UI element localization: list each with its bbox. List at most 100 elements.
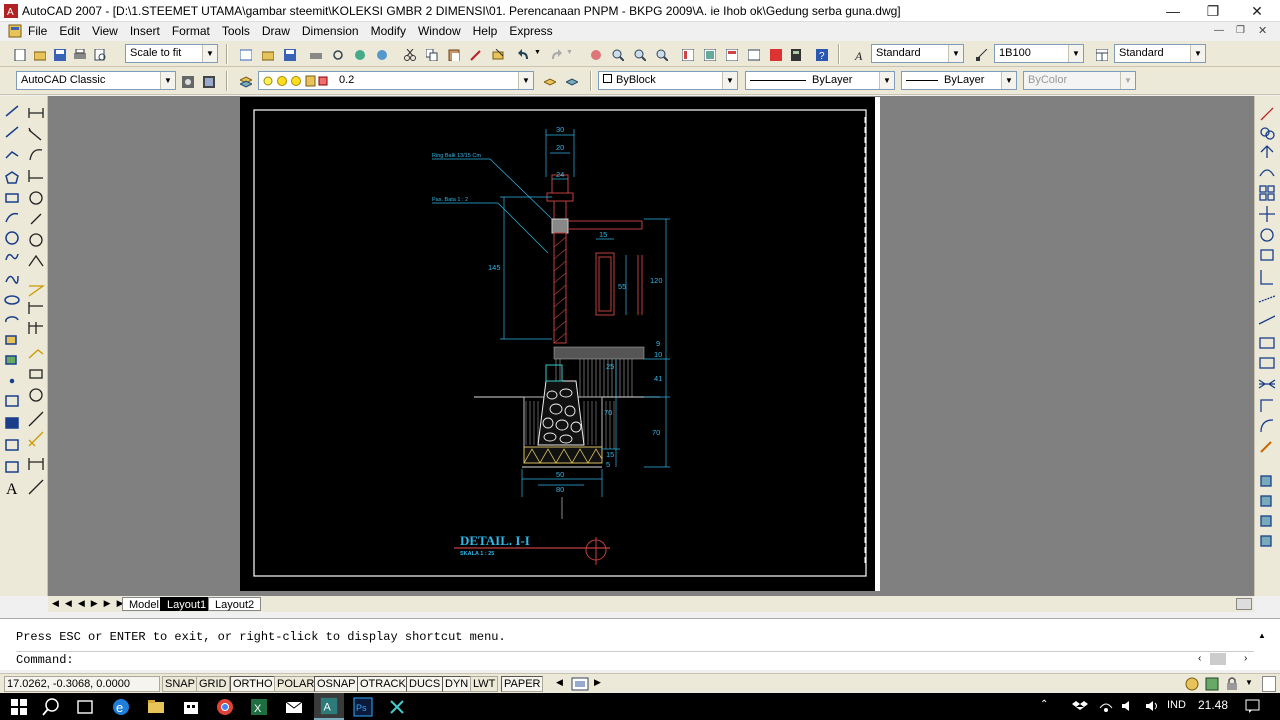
table-style-button[interactable] xyxy=(1092,45,1110,63)
new-button[interactable] xyxy=(10,45,28,63)
volume-icon[interactable] xyxy=(1120,698,1136,714)
help-button[interactable]: ? xyxy=(812,45,830,63)
snap-toggle[interactable]: SNAP xyxy=(162,676,198,692)
menu-view[interactable]: View xyxy=(86,22,124,40)
photoshop-icon[interactable]: Ps xyxy=(352,696,374,718)
command-prompt[interactable]: Command: xyxy=(16,653,74,667)
clean-screen-button[interactable] xyxy=(1262,676,1276,692)
layer-combo[interactable]: 0.2 ▼ xyxy=(258,71,534,90)
save-button[interactable] xyxy=(50,45,68,63)
open-button[interactable] xyxy=(30,45,48,63)
polar-toggle[interactable]: POLAR xyxy=(274,676,318,692)
xref-notification-icon[interactable] xyxy=(1204,676,1220,692)
block-editor-button[interactable] xyxy=(488,45,506,63)
text-style-combo[interactable]: Standard ▼ xyxy=(871,44,964,63)
tab-layout1[interactable]: Layout1 xyxy=(160,597,214,611)
table-style-combo[interactable]: Standard ▼ xyxy=(1114,44,1206,63)
file-explorer-icon[interactable] xyxy=(145,696,167,718)
design-center-button[interactable] xyxy=(700,45,718,63)
clock[interactable]: 21.48 xyxy=(1198,698,1228,712)
otrack-toggle[interactable]: OTRACK xyxy=(357,676,409,692)
sheet-set-button[interactable] xyxy=(744,45,762,63)
menu-modify[interactable]: Modify xyxy=(365,22,412,40)
command-scroll-up[interactable]: ▲ xyxy=(1258,631,1266,640)
tab-layout2[interactable]: Layout2 xyxy=(208,597,262,611)
excel-icon[interactable]: X xyxy=(248,696,270,718)
grid-toggle[interactable]: GRID xyxy=(196,676,230,692)
preview-button[interactable] xyxy=(328,45,346,63)
dim-style-button[interactable] xyxy=(972,45,990,63)
maximize-button[interactable]: ❐ xyxy=(1190,0,1236,22)
paste-button[interactable] xyxy=(444,45,462,63)
plot-preview-button[interactable] xyxy=(90,45,108,63)
menu-help[interactable]: Help xyxy=(467,22,504,40)
maximize-viewport-icon[interactable] xyxy=(570,676,590,692)
edge-browser-icon[interactable]: e xyxy=(110,696,132,718)
doc-close-button[interactable]: ✕ xyxy=(1258,24,1267,37)
chrome-icon[interactable] xyxy=(214,696,236,718)
cut-button[interactable] xyxy=(400,45,418,63)
search-icon[interactable] xyxy=(40,696,62,718)
match-properties-button[interactable] xyxy=(466,45,484,63)
network-icon[interactable] xyxy=(1098,698,1114,714)
windows-start-icon[interactable] xyxy=(8,696,30,718)
redo-dropdown-icon[interactable]: ▼ xyxy=(566,49,573,56)
workspace-settings-button[interactable] xyxy=(178,72,196,90)
viewport-scale-left-arrow[interactable]: ◀ xyxy=(556,677,563,688)
dropbox-icon[interactable] xyxy=(1072,698,1088,714)
menu-dimension[interactable]: Dimension xyxy=(296,22,365,40)
viewport-scale-right-arrow[interactable]: ▶ xyxy=(594,677,601,688)
publish-button[interactable] xyxy=(350,45,368,63)
make-layer-current-button[interactable] xyxy=(540,72,558,90)
calculator-button[interactable] xyxy=(786,45,804,63)
menu-edit[interactable]: Edit xyxy=(53,22,86,40)
lock-icon[interactable] xyxy=(1224,676,1240,692)
layer-manager-button[interactable] xyxy=(236,72,254,90)
app-launcher-icon[interactable] xyxy=(386,696,408,718)
undo-dropdown-icon[interactable]: ▼ xyxy=(534,49,541,56)
linetype-combo[interactable]: ByLayer ▼ xyxy=(745,71,895,90)
properties-button[interactable] xyxy=(678,45,696,63)
pan-button[interactable] xyxy=(586,45,604,63)
zoom-previous-button[interactable] xyxy=(652,45,670,63)
menu-format[interactable]: Format xyxy=(166,22,216,40)
speaker-icon[interactable] xyxy=(1144,698,1160,714)
menu-window[interactable]: Window xyxy=(412,22,467,40)
notification-icon[interactable] xyxy=(1244,698,1262,714)
paper-sheet[interactable]: 30 20 24 15 55 145 120 9 10 25 41 70 70 … xyxy=(240,97,880,591)
communication-center-icon[interactable] xyxy=(1184,676,1200,692)
mail-icon[interactable] xyxy=(283,696,305,718)
markup-button[interactable] xyxy=(766,45,784,63)
dim-style-combo[interactable]: 1B100 ▼ xyxy=(994,44,1084,63)
autocad-taskbar-button[interactable]: A xyxy=(314,693,344,720)
menu-express[interactable]: Express xyxy=(503,22,558,40)
print-button[interactable] xyxy=(306,45,324,63)
menu-draw[interactable]: Draw xyxy=(256,22,296,40)
command-scroll-right[interactable]: › xyxy=(1244,653,1247,664)
coordinate-readout[interactable]: 17.0262, -0.3068, 0.0000 xyxy=(4,676,160,692)
color-combo[interactable]: ByBlock ▼ xyxy=(598,71,738,90)
osnap-toggle[interactable]: OSNAP xyxy=(314,676,359,692)
lwt-toggle[interactable]: LWT xyxy=(470,676,499,692)
menu-tools[interactable]: Tools xyxy=(216,22,256,40)
store-icon[interactable] xyxy=(180,696,202,718)
drawing-canvas[interactable]: 30 20 24 15 55 145 120 9 10 25 41 70 70 … xyxy=(240,97,880,591)
show-hidden-icons-button[interactable]: ⌃ xyxy=(1040,699,1048,710)
save-file-button[interactable] xyxy=(280,45,298,63)
qnew-button[interactable] xyxy=(236,45,254,63)
autocad-app-icon[interactable]: A xyxy=(4,4,18,18)
redo-button[interactable] xyxy=(546,45,564,63)
status-menu-arrow[interactable]: ▼ xyxy=(1245,678,1253,687)
doc-restore-button[interactable]: ❐ xyxy=(1236,25,1245,36)
paper-model-toggle[interactable]: PAPER xyxy=(501,676,544,692)
tab-navigation-arrows[interactable]: ◀◀◀▶▶▶ xyxy=(52,598,130,609)
language-indicator[interactable]: IND xyxy=(1167,699,1186,711)
ortho-toggle[interactable]: ORTHO xyxy=(230,676,276,692)
tool-palettes-button[interactable] xyxy=(722,45,740,63)
command-scroll-thumb[interactable] xyxy=(1210,653,1226,665)
task-view-icon[interactable] xyxy=(74,696,96,718)
layer-previous-button[interactable] xyxy=(562,72,580,90)
menu-insert[interactable]: Insert xyxy=(124,22,166,40)
dyn-toggle[interactable]: DYN xyxy=(442,676,472,692)
plot-scale-combo[interactable]: Scale to fit ▼ xyxy=(125,44,218,63)
